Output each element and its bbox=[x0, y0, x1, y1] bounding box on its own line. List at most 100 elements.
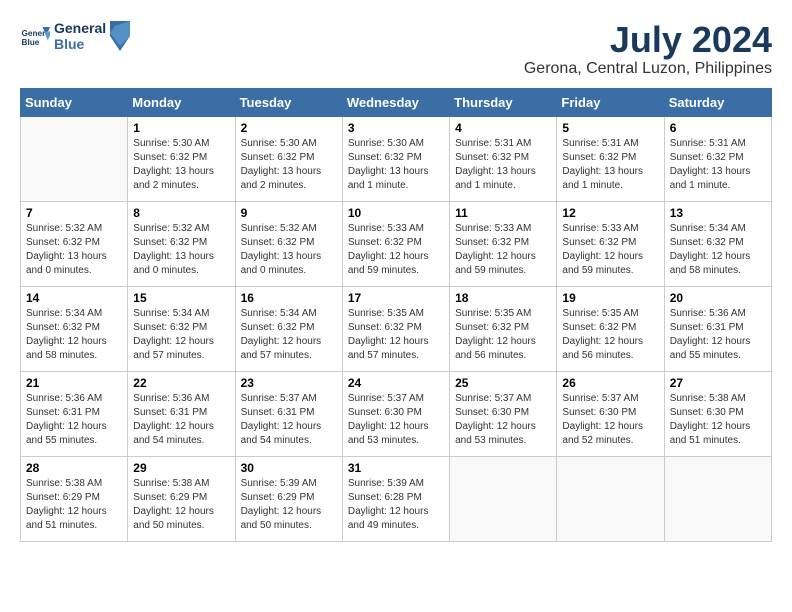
day-info: Sunrise: 5:38 AM Sunset: 6:30 PM Dayligh… bbox=[670, 392, 766, 448]
day-info: Sunrise: 5:36 AM Sunset: 6:31 PM Dayligh… bbox=[670, 307, 766, 363]
day-header-monday: Monday bbox=[128, 88, 235, 116]
day-info: Sunrise: 5:33 AM Sunset: 6:32 PM Dayligh… bbox=[562, 222, 658, 278]
day-number: 12 bbox=[562, 206, 658, 220]
day-info: Sunrise: 5:35 AM Sunset: 6:32 PM Dayligh… bbox=[562, 307, 658, 363]
calendar-cell: 8 Sunrise: 5:32 AM Sunset: 6:32 PM Dayli… bbox=[128, 201, 235, 286]
day-number: 1 bbox=[133, 121, 229, 135]
day-header-sunday: Sunday bbox=[21, 88, 128, 116]
day-number: 6 bbox=[670, 121, 766, 135]
day-header-wednesday: Wednesday bbox=[342, 88, 449, 116]
day-info: Sunrise: 5:33 AM Sunset: 6:32 PM Dayligh… bbox=[455, 222, 551, 278]
calendar-cell: 4 Sunrise: 5:31 AM Sunset: 6:32 PM Dayli… bbox=[450, 116, 557, 201]
calendar-cell: 31 Sunrise: 5:39 AM Sunset: 6:28 PM Dayl… bbox=[342, 456, 449, 541]
calendar-cell: 29 Sunrise: 5:38 AM Sunset: 6:29 PM Dayl… bbox=[128, 456, 235, 541]
day-number: 3 bbox=[348, 121, 444, 135]
day-number: 2 bbox=[241, 121, 337, 135]
day-info: Sunrise: 5:30 AM Sunset: 6:32 PM Dayligh… bbox=[348, 137, 444, 193]
calendar-cell bbox=[450, 456, 557, 541]
calendar-cell bbox=[557, 456, 664, 541]
logo-blue: Blue bbox=[54, 36, 106, 52]
calendar-cell: 28 Sunrise: 5:38 AM Sunset: 6:29 PM Dayl… bbox=[21, 456, 128, 541]
calendar-cell bbox=[664, 456, 771, 541]
day-info: Sunrise: 5:34 AM Sunset: 6:32 PM Dayligh… bbox=[26, 307, 122, 363]
calendar-cell: 27 Sunrise: 5:38 AM Sunset: 6:30 PM Dayl… bbox=[664, 371, 771, 456]
day-info: Sunrise: 5:33 AM Sunset: 6:32 PM Dayligh… bbox=[348, 222, 444, 278]
day-number: 15 bbox=[133, 291, 229, 305]
day-header-saturday: Saturday bbox=[664, 88, 771, 116]
day-info: Sunrise: 5:34 AM Sunset: 6:32 PM Dayligh… bbox=[133, 307, 229, 363]
day-info: Sunrise: 5:32 AM Sunset: 6:32 PM Dayligh… bbox=[26, 222, 122, 278]
logo-arrow-icon bbox=[110, 21, 130, 51]
day-info: Sunrise: 5:31 AM Sunset: 6:32 PM Dayligh… bbox=[670, 137, 766, 193]
day-info: Sunrise: 5:36 AM Sunset: 6:31 PM Dayligh… bbox=[133, 392, 229, 448]
day-number: 19 bbox=[562, 291, 658, 305]
day-info: Sunrise: 5:36 AM Sunset: 6:31 PM Dayligh… bbox=[26, 392, 122, 448]
day-number: 9 bbox=[241, 206, 337, 220]
day-number: 28 bbox=[26, 461, 122, 475]
calendar-cell: 22 Sunrise: 5:36 AM Sunset: 6:31 PM Dayl… bbox=[128, 371, 235, 456]
days-header-row: SundayMondayTuesdayWednesdayThursdayFrid… bbox=[21, 88, 772, 116]
day-header-tuesday: Tuesday bbox=[235, 88, 342, 116]
svg-text:Blue: Blue bbox=[22, 38, 40, 47]
day-info: Sunrise: 5:35 AM Sunset: 6:32 PM Dayligh… bbox=[348, 307, 444, 363]
day-number: 16 bbox=[241, 291, 337, 305]
day-info: Sunrise: 5:35 AM Sunset: 6:32 PM Dayligh… bbox=[455, 307, 551, 363]
day-info: Sunrise: 5:38 AM Sunset: 6:29 PM Dayligh… bbox=[133, 477, 229, 533]
week-row-3: 14 Sunrise: 5:34 AM Sunset: 6:32 PM Dayl… bbox=[21, 286, 772, 371]
calendar-cell: 10 Sunrise: 5:33 AM Sunset: 6:32 PM Dayl… bbox=[342, 201, 449, 286]
day-info: Sunrise: 5:34 AM Sunset: 6:32 PM Dayligh… bbox=[241, 307, 337, 363]
logo-icon: General Blue bbox=[20, 21, 50, 51]
day-number: 27 bbox=[670, 376, 766, 390]
day-number: 29 bbox=[133, 461, 229, 475]
title-block: July 2024 Gerona, Central Luzon, Philipp… bbox=[524, 20, 772, 78]
day-number: 10 bbox=[348, 206, 444, 220]
day-number: 7 bbox=[26, 206, 122, 220]
day-info: Sunrise: 5:34 AM Sunset: 6:32 PM Dayligh… bbox=[670, 222, 766, 278]
day-info: Sunrise: 5:31 AM Sunset: 6:32 PM Dayligh… bbox=[562, 137, 658, 193]
calendar-cell: 26 Sunrise: 5:37 AM Sunset: 6:30 PM Dayl… bbox=[557, 371, 664, 456]
day-number: 26 bbox=[562, 376, 658, 390]
day-info: Sunrise: 5:37 AM Sunset: 6:30 PM Dayligh… bbox=[562, 392, 658, 448]
location-subtitle: Gerona, Central Luzon, Philippines bbox=[524, 60, 772, 78]
day-number: 11 bbox=[455, 206, 551, 220]
week-row-5: 28 Sunrise: 5:38 AM Sunset: 6:29 PM Dayl… bbox=[21, 456, 772, 541]
logo-general: General bbox=[54, 20, 106, 36]
calendar-cell bbox=[21, 116, 128, 201]
day-number: 24 bbox=[348, 376, 444, 390]
day-number: 21 bbox=[26, 376, 122, 390]
week-row-1: 1 Sunrise: 5:30 AM Sunset: 6:32 PM Dayli… bbox=[21, 116, 772, 201]
calendar-cell: 6 Sunrise: 5:31 AM Sunset: 6:32 PM Dayli… bbox=[664, 116, 771, 201]
day-info: Sunrise: 5:32 AM Sunset: 6:32 PM Dayligh… bbox=[133, 222, 229, 278]
day-info: Sunrise: 5:31 AM Sunset: 6:32 PM Dayligh… bbox=[455, 137, 551, 193]
day-info: Sunrise: 5:39 AM Sunset: 6:29 PM Dayligh… bbox=[241, 477, 337, 533]
calendar-cell: 19 Sunrise: 5:35 AM Sunset: 6:32 PM Dayl… bbox=[557, 286, 664, 371]
day-header-friday: Friday bbox=[557, 88, 664, 116]
calendar-cell: 17 Sunrise: 5:35 AM Sunset: 6:32 PM Dayl… bbox=[342, 286, 449, 371]
calendar-body: 1 Sunrise: 5:30 AM Sunset: 6:32 PM Dayli… bbox=[21, 116, 772, 541]
day-number: 8 bbox=[133, 206, 229, 220]
calendar-cell: 24 Sunrise: 5:37 AM Sunset: 6:30 PM Dayl… bbox=[342, 371, 449, 456]
calendar-cell: 15 Sunrise: 5:34 AM Sunset: 6:32 PM Dayl… bbox=[128, 286, 235, 371]
day-number: 20 bbox=[670, 291, 766, 305]
day-info: Sunrise: 5:39 AM Sunset: 6:28 PM Dayligh… bbox=[348, 477, 444, 533]
calendar-cell: 23 Sunrise: 5:37 AM Sunset: 6:31 PM Dayl… bbox=[235, 371, 342, 456]
page-header: General Blue General Blue July 2024 Gero… bbox=[20, 20, 772, 78]
calendar-cell: 12 Sunrise: 5:33 AM Sunset: 6:32 PM Dayl… bbox=[557, 201, 664, 286]
logo: General Blue General Blue bbox=[20, 20, 130, 52]
calendar-cell: 25 Sunrise: 5:37 AM Sunset: 6:30 PM Dayl… bbox=[450, 371, 557, 456]
day-info: Sunrise: 5:38 AM Sunset: 6:29 PM Dayligh… bbox=[26, 477, 122, 533]
day-number: 25 bbox=[455, 376, 551, 390]
day-number: 14 bbox=[26, 291, 122, 305]
calendar-header: SundayMondayTuesdayWednesdayThursdayFrid… bbox=[21, 88, 772, 116]
day-number: 23 bbox=[241, 376, 337, 390]
calendar-cell: 16 Sunrise: 5:34 AM Sunset: 6:32 PM Dayl… bbox=[235, 286, 342, 371]
calendar-cell: 1 Sunrise: 5:30 AM Sunset: 6:32 PM Dayli… bbox=[128, 116, 235, 201]
day-info: Sunrise: 5:32 AM Sunset: 6:32 PM Dayligh… bbox=[241, 222, 337, 278]
calendar-cell: 5 Sunrise: 5:31 AM Sunset: 6:32 PM Dayli… bbox=[557, 116, 664, 201]
day-header-thursday: Thursday bbox=[450, 88, 557, 116]
day-info: Sunrise: 5:37 AM Sunset: 6:30 PM Dayligh… bbox=[348, 392, 444, 448]
day-number: 4 bbox=[455, 121, 551, 135]
calendar-cell: 9 Sunrise: 5:32 AM Sunset: 6:32 PM Dayli… bbox=[235, 201, 342, 286]
week-row-2: 7 Sunrise: 5:32 AM Sunset: 6:32 PM Dayli… bbox=[21, 201, 772, 286]
day-info: Sunrise: 5:37 AM Sunset: 6:31 PM Dayligh… bbox=[241, 392, 337, 448]
